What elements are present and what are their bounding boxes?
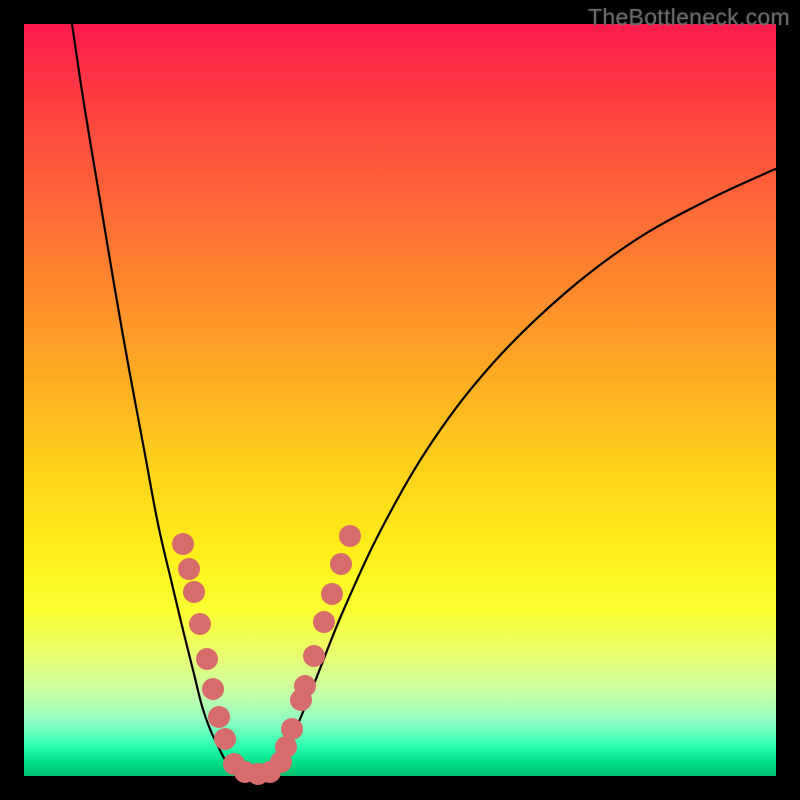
scatter-dots (172, 525, 361, 785)
scatter-dot (208, 706, 230, 728)
scatter-dot (321, 583, 343, 605)
scatter-dot (313, 611, 335, 633)
scatter-dot (178, 558, 200, 580)
scatter-dot (172, 533, 194, 555)
curve-right-branch (274, 169, 776, 770)
scatter-dot (294, 675, 316, 697)
scatter-dot (303, 645, 325, 667)
scatter-dot (214, 728, 236, 750)
curve-plot (24, 24, 776, 776)
scatter-dot (202, 678, 224, 700)
scatter-dot (189, 613, 211, 635)
scatter-dot (330, 553, 352, 575)
scatter-dot (196, 648, 218, 670)
scatter-dot (183, 581, 205, 603)
scatter-dot (281, 718, 303, 740)
scatter-dot (339, 525, 361, 547)
